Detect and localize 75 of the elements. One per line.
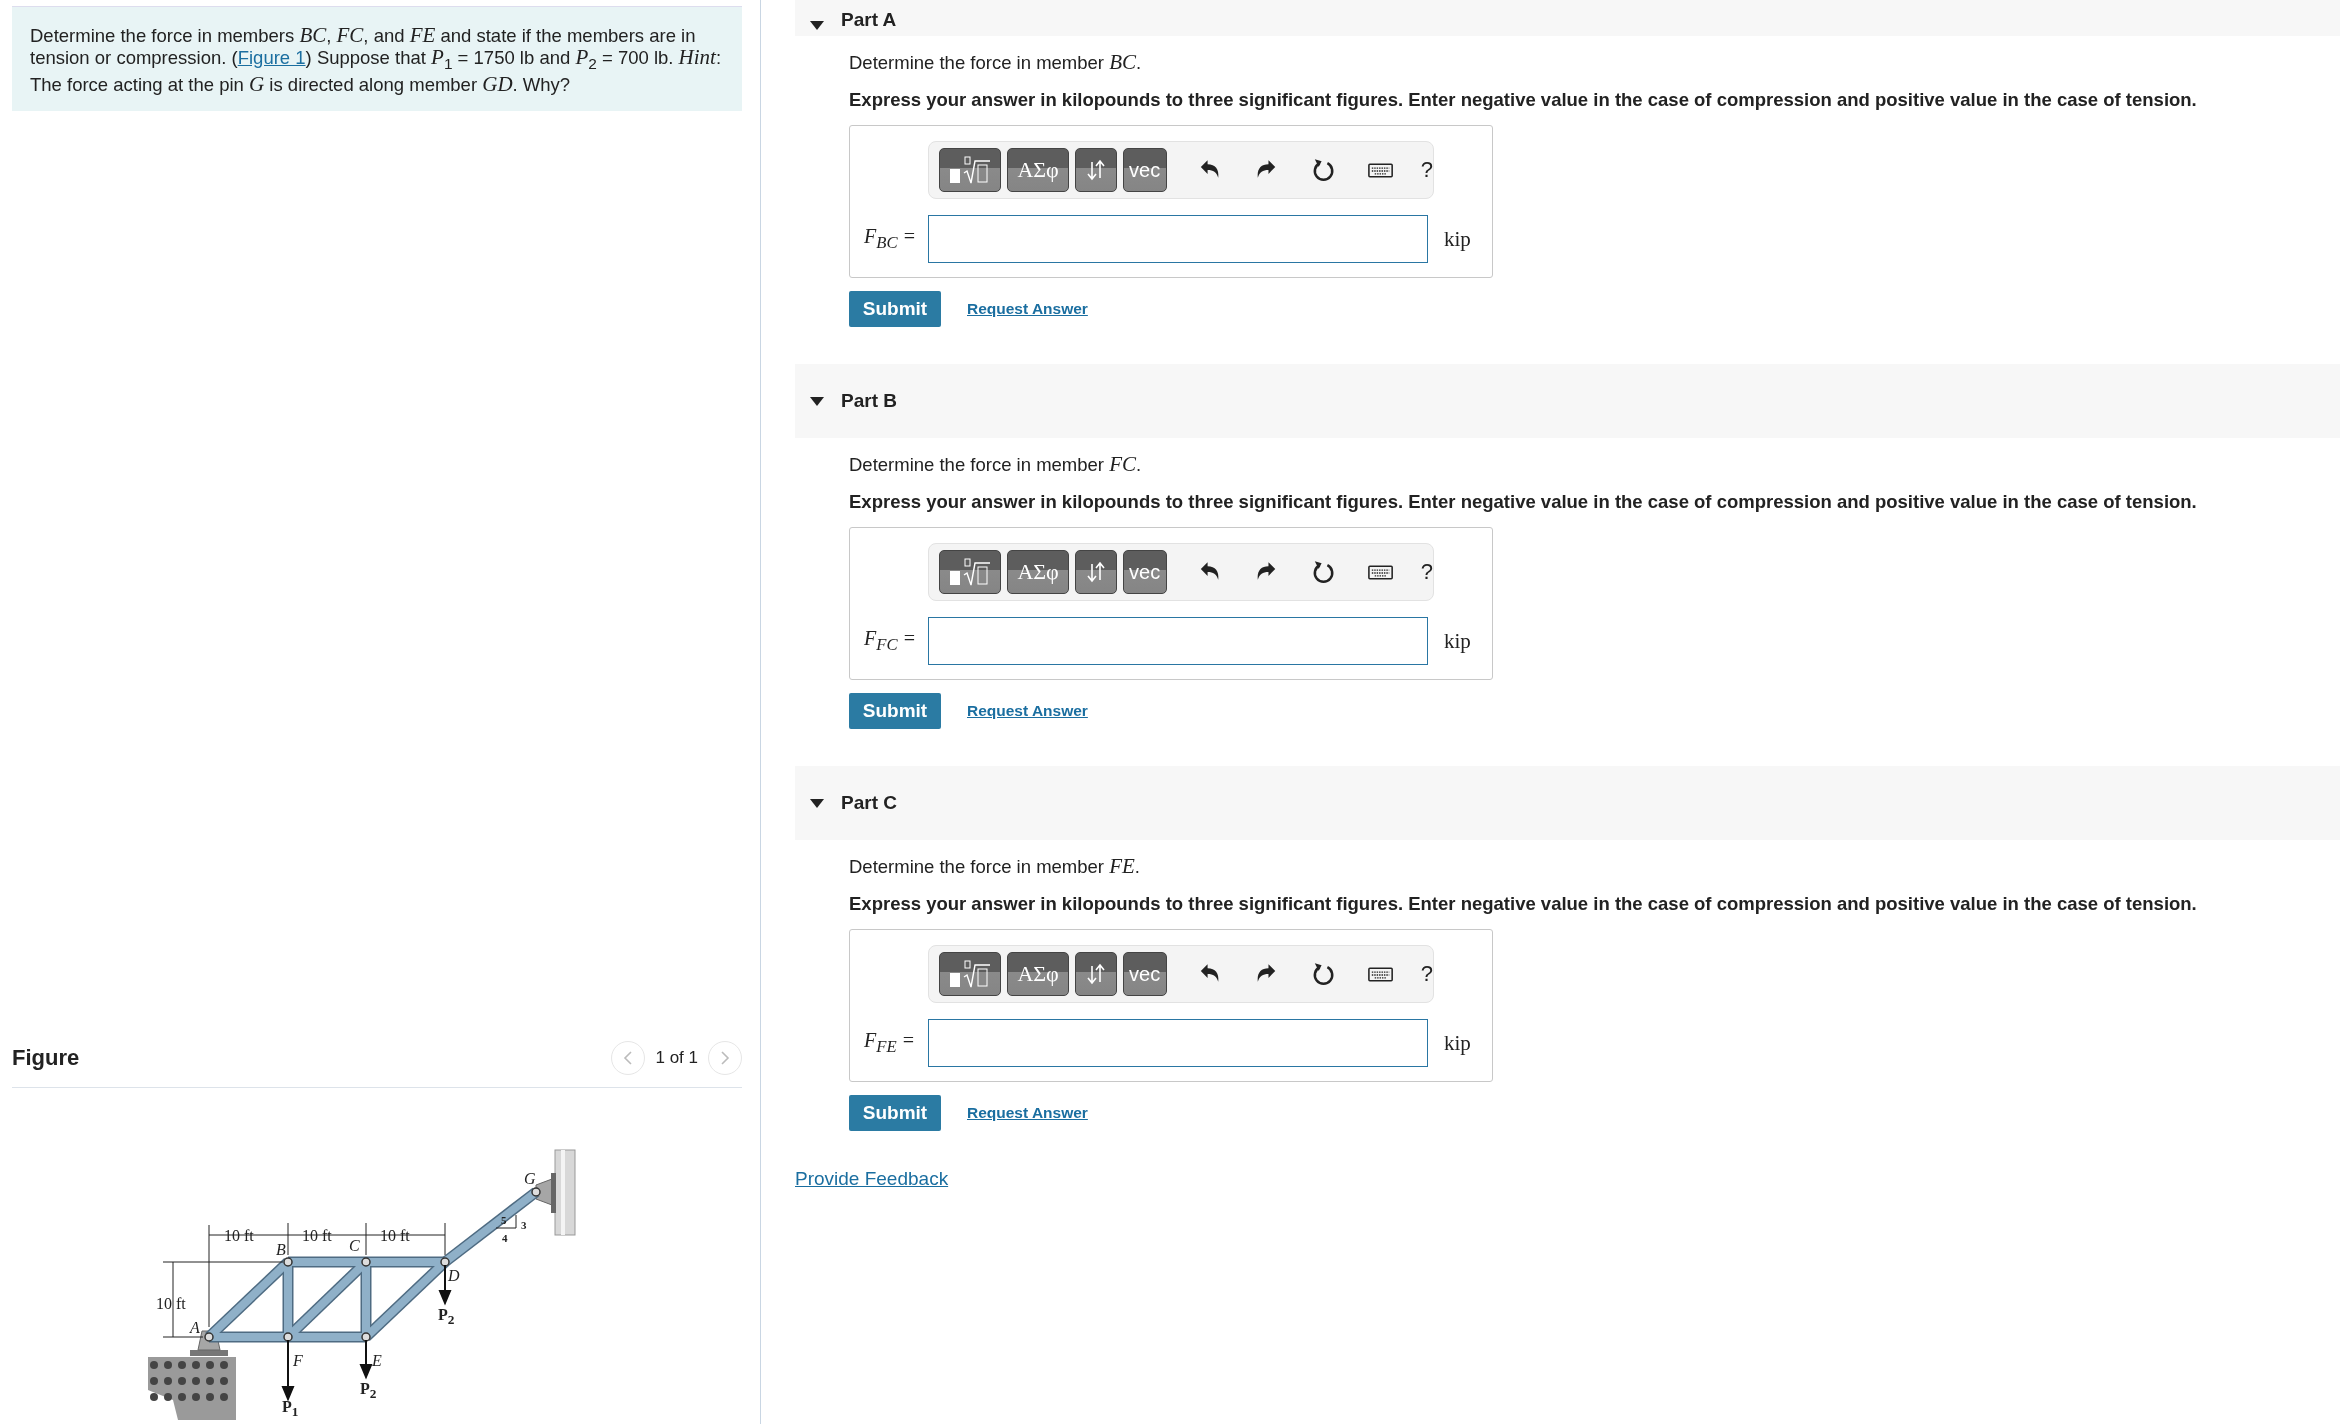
- fraction-root-icon: [948, 959, 993, 989]
- arrows-icon: [1085, 158, 1107, 182]
- template-button[interactable]: [939, 550, 1002, 594]
- template-button[interactable]: [939, 952, 1002, 996]
- request-answer-link[interactable]: Request Answer: [967, 300, 1088, 318]
- part-header[interactable]: Part A: [795, 0, 2340, 36]
- arrows-icon: [1085, 962, 1107, 986]
- feedback-link[interactable]: Provide Feedback: [795, 1168, 949, 1190]
- submit-button[interactable]: Submit: [849, 1095, 941, 1131]
- figure-label: C: [349, 1238, 360, 1255]
- chevron-left-icon: [623, 1050, 634, 1067]
- caret-icon[interactable]: [809, 395, 825, 407]
- request-answer-link[interactable]: Request Answer: [967, 702, 1088, 720]
- answer-label: F$_{FE}$ =: [863, 1029, 917, 1057]
- instruction-text: Express your answer in kilopounds to three significant figures. Enter negative value in the case of compression and positive value in the case of tension.: [849, 893, 2198, 915]
- unit-label: kip: [1444, 628, 1471, 654]
- question-text: Determine the force in member FC.: [849, 452, 1143, 477]
- fraction-root-icon: [948, 557, 993, 587]
- answer-field[interactable]: [928, 617, 1428, 665]
- part-title: Part A: [841, 9, 897, 31]
- help-button[interactable]: ?: [1420, 559, 1433, 585]
- arrows-icon: [1085, 560, 1107, 584]
- part-header[interactable]: Part B: [795, 364, 2340, 438]
- figure-label: 10 ft: [224, 1228, 254, 1245]
- vector-button[interactable]: vec: [1122, 148, 1167, 192]
- vector-button[interactable]: vec: [1122, 952, 1167, 996]
- unit-label: kip: [1444, 1030, 1471, 1056]
- help-button[interactable]: ?: [1420, 961, 1433, 987]
- part-title: Part C: [841, 792, 897, 814]
- figure-label: D: [448, 1268, 460, 1285]
- submit-button[interactable]: Submit: [849, 693, 941, 729]
- figure-label: F: [293, 1353, 303, 1370]
- figure-heading: Figure: [12, 1045, 80, 1072]
- help-button[interactable]: ?: [1420, 157, 1433, 183]
- figure-label: P$_{2}$: [360, 1381, 377, 1403]
- answer-label: F$_{BC}$ =: [863, 225, 917, 253]
- question-text: Determine the force in member BC.: [849, 50, 1143, 75]
- figure-label: G: [524, 1171, 536, 1188]
- figure-link[interactable]: Figure 1: [237, 46, 306, 68]
- answer-field[interactable]: [928, 215, 1428, 263]
- instruction-text: Express your answer in kilopounds to three significant figures. Enter negative value in the case of compression and positive value in the case of tension.: [849, 89, 2198, 111]
- figure-label: B: [276, 1242, 286, 1259]
- figure-label: E: [372, 1353, 382, 1370]
- greek-symbols-button[interactable]: ΑΣφ: [1007, 550, 1070, 594]
- greek-symbols-button[interactable]: ΑΣφ: [1007, 148, 1070, 192]
- figure-label: 4: [502, 1231, 508, 1247]
- template-button[interactable]: [939, 148, 1002, 192]
- submit-button[interactable]: Submit: [849, 291, 941, 327]
- arrows-button[interactable]: [1075, 952, 1117, 996]
- instruction-text: Express your answer in kilopounds to three significant figures. Enter negative value in the case of compression and positive value in the case of tension.: [849, 491, 2198, 513]
- caret-icon[interactable]: [809, 19, 825, 31]
- question-text: Determine the force in member FE.: [849, 854, 1141, 879]
- unit-label: kip: [1444, 226, 1471, 252]
- greek-symbols-button[interactable]: ΑΣφ: [1007, 952, 1070, 996]
- request-answer-link[interactable]: Request Answer: [967, 1104, 1088, 1122]
- figure-label: 10 ft: [302, 1228, 332, 1245]
- fraction-root-icon: [948, 155, 993, 185]
- vector-button[interactable]: vec: [1122, 550, 1167, 594]
- figure-label: 10 ft: [380, 1228, 410, 1245]
- caret-icon[interactable]: [809, 797, 825, 809]
- part-title: Part B: [841, 390, 897, 412]
- arrows-button[interactable]: [1075, 148, 1117, 192]
- page-counter: 1 of 1: [655, 1048, 698, 1069]
- figure-label: A: [190, 1320, 200, 1337]
- figure-label: 10 ft: [156, 1296, 186, 1313]
- figure-label: 3: [521, 1218, 527, 1234]
- chevron-right-icon: [720, 1050, 730, 1067]
- figure-label: 5: [501, 1213, 507, 1229]
- figure-label: P$_{1}$: [282, 1399, 299, 1421]
- answer-field[interactable]: [928, 1019, 1428, 1067]
- answer-label: F$_{FC}$ =: [863, 627, 917, 655]
- arrows-button[interactable]: [1075, 550, 1117, 594]
- problem-text: Determine the force in members BC, FC, and FE and state if the members are in tension or compression. (Figure 1) Suppose that P$_{1}$ = 1750 lb and P$_{2}$ = 700 lb. Hint: The force acting at the pin G is directed along member GD. Why?: [12, 6, 742, 112]
- part-header[interactable]: Part C: [795, 766, 2340, 840]
- figure-label: P$_{2}$: [438, 1307, 455, 1329]
